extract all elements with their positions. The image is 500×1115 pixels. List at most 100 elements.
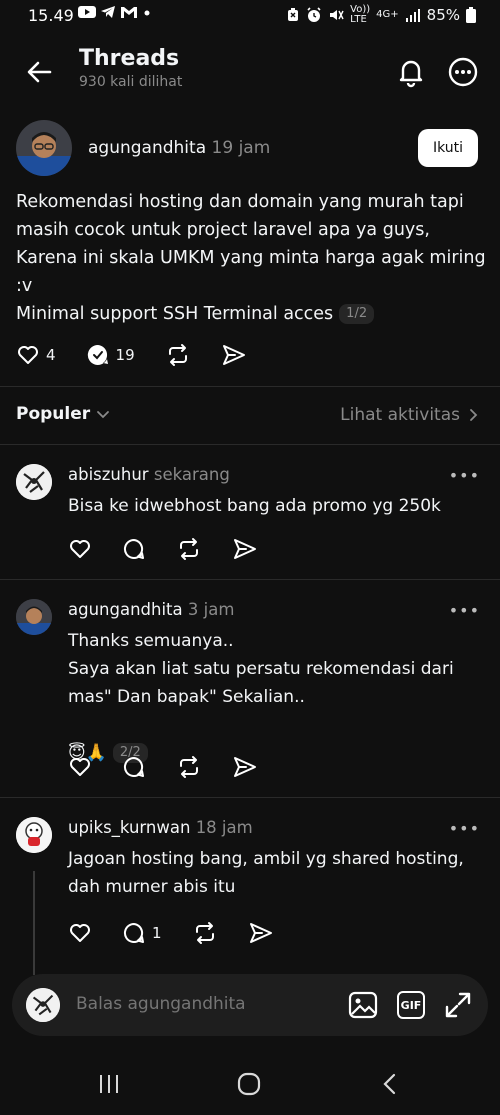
reply-bubble-check-icon — [87, 344, 108, 365]
like-count: 4 — [46, 346, 56, 364]
home-button[interactable] — [234, 1069, 264, 1099]
avatar-image — [16, 599, 52, 635]
post-time: 19 jam — [211, 138, 271, 158]
reply-item: abiszuhur sekarang ••• Bisa ke idwebhost… — [0, 444, 500, 579]
recent-apps-button[interactable] — [94, 1069, 124, 1099]
gif-icon: GIF — [397, 991, 425, 1019]
avatar-image — [16, 464, 52, 500]
sort-label: Populer — [16, 404, 91, 424]
comment-icon — [123, 922, 144, 943]
post-body: Rekomendasi hosting dan domain yang mura… — [16, 188, 486, 328]
reply-more-button[interactable]: ••• — [449, 601, 480, 620]
more-options-button[interactable] — [445, 54, 481, 90]
follow-button[interactable]: Ikuti — [418, 129, 478, 167]
reply-author: upiks_kurnwan 18 jam — [68, 818, 253, 837]
signal-icon — [405, 9, 420, 22]
comment-button[interactable]: 1 — [122, 921, 162, 945]
reply-item: upiks_kurnwan 18 jam ••• Jagoan hosting … — [0, 797, 500, 977]
top-app-bar: Threads 930 kali dilihat — [0, 36, 500, 108]
share-button[interactable] — [221, 343, 247, 367]
avatar — [26, 988, 60, 1022]
reply-composer: GIF — [12, 974, 488, 1036]
send-icon[interactable] — [232, 755, 258, 779]
chevron-down-icon — [97, 411, 110, 419]
repost-icon[interactable] — [192, 921, 218, 945]
reply-actions — [68, 537, 258, 561]
heart-icon[interactable] — [68, 537, 92, 561]
send-icon[interactable] — [232, 537, 258, 561]
system-back-button[interactable] — [375, 1069, 405, 1099]
status-time: 15.49 — [28, 6, 74, 25]
sort-row: Populer Lihat aktivitas — [0, 398, 500, 434]
activity-label: Lihat aktivitas — [340, 405, 460, 425]
back-button[interactable] — [22, 54, 58, 90]
heart-icon[interactable] — [68, 921, 92, 945]
gif-label: GIF — [400, 998, 422, 1012]
home-icon — [237, 1072, 261, 1096]
avatar[interactable] — [16, 464, 52, 500]
like-button[interactable]: 4 — [16, 343, 56, 367]
reply-text: Bisa ke idwebhost bang ada promo yg 250k — [68, 496, 441, 516]
clock-icon — [307, 7, 321, 22]
image-icon — [348, 991, 378, 1019]
reply-text: Jagoan hosting bang, ambil yg shared hos… — [68, 849, 464, 897]
avatar-image — [26, 988, 60, 1022]
status-bar: 15.49 Vo)) LTE 4G+ 85% — [0, 0, 500, 34]
comment-icon[interactable] — [122, 537, 146, 561]
post-text: Rekomendasi hosting dan domain yang mura… — [16, 192, 486, 324]
send-icon[interactable] — [248, 921, 274, 945]
reply-more-button[interactable]: ••• — [449, 819, 480, 838]
battery-icon — [466, 7, 476, 23]
heart-icon — [18, 346, 38, 364]
notification-dot-icon — [144, 10, 150, 16]
repost-icon[interactable] — [176, 537, 202, 561]
page-title: Threads — [79, 46, 180, 71]
repost-icon — [168, 344, 187, 366]
avatar-image — [16, 120, 72, 176]
image-picker-button[interactable] — [347, 989, 379, 1021]
post-username[interactable]: agungandhita — [88, 138, 206, 158]
avatar[interactable] — [16, 599, 52, 635]
chevron-right-icon — [470, 409, 478, 421]
sort-dropdown[interactable]: Populer — [16, 404, 110, 424]
heart-icon[interactable] — [68, 755, 92, 779]
reply-username[interactable]: abiszuhur — [68, 465, 149, 484]
divider — [0, 386, 500, 387]
reply-item: agungandhita 3 jam ••• Thanks semuanya..… — [0, 579, 500, 797]
reply-count: 19 — [115, 346, 135, 364]
repost-icon[interactable] — [176, 755, 202, 779]
network-label: 4G+ — [376, 9, 399, 20]
expand-button[interactable] — [442, 989, 474, 1021]
youtube-icon — [78, 6, 96, 18]
reply-username[interactable]: agungandhita — [68, 600, 183, 619]
mute-icon — [330, 10, 344, 20]
comment-icon[interactable] — [122, 755, 146, 779]
avatar[interactable] — [16, 120, 72, 176]
page-indicator: 1/2 — [339, 304, 375, 324]
arrow-left-icon — [27, 61, 52, 83]
view-activity-link[interactable]: Lihat aktivitas — [340, 405, 478, 425]
repost-button[interactable] — [165, 343, 191, 367]
reply-time: 3 jam — [187, 600, 235, 619]
reply-input[interactable] — [74, 993, 328, 1015]
reply-more-button[interactable]: ••• — [449, 466, 480, 485]
send-icon — [222, 345, 245, 365]
reply-button[interactable]: 19 — [86, 343, 135, 367]
gif-button[interactable]: GIF — [395, 989, 427, 1021]
avatar[interactable] — [16, 817, 52, 853]
reply-username[interactable]: upiks_kurnwan — [68, 818, 190, 837]
alarm-icon — [288, 8, 299, 21]
reply-time: 18 jam — [195, 818, 253, 837]
reply-actions — [68, 755, 258, 779]
bell-icon — [399, 60, 423, 88]
gmail-icon — [121, 7, 137, 18]
back-chevron-icon — [383, 1073, 396, 1095]
telegram-icon — [101, 6, 115, 18]
notification-button[interactable] — [393, 54, 429, 90]
avatar-image — [16, 817, 52, 853]
thread-line — [33, 871, 35, 975]
more-circle-icon — [448, 57, 478, 87]
post-author: agungandhita 19 jam — [88, 138, 270, 158]
reply-time: sekarang — [153, 465, 230, 484]
view-count: 930 kali dilihat — [79, 74, 183, 90]
